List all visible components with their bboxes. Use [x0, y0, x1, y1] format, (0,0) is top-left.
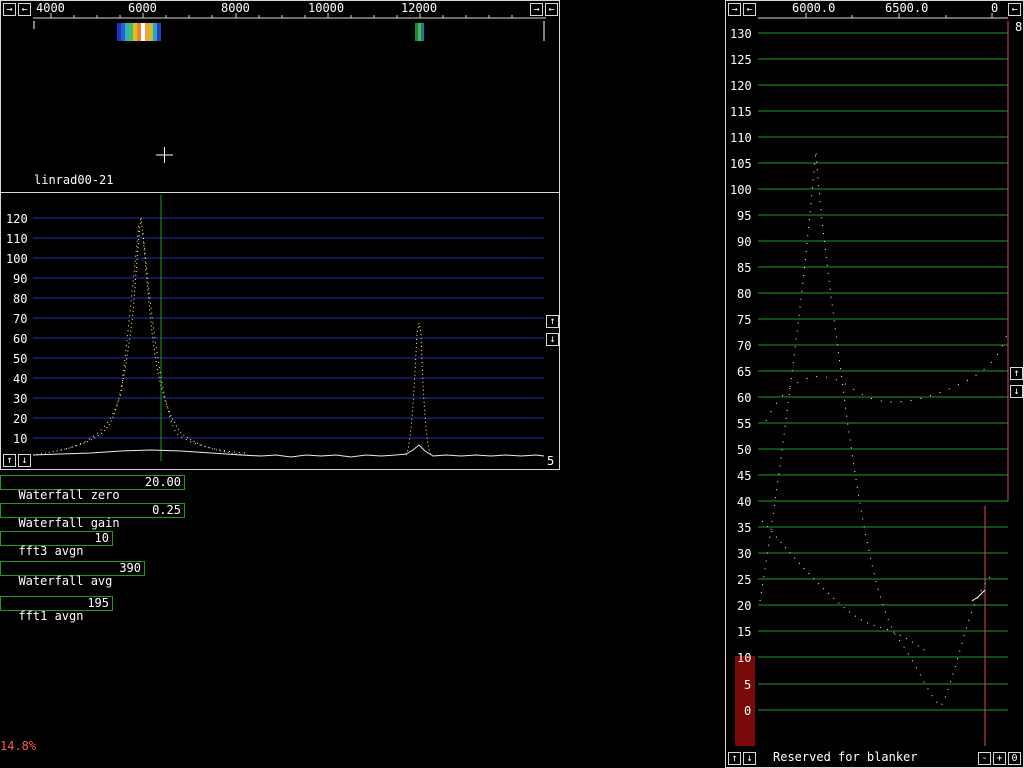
spectrum-y-tick-label: 60 [13, 332, 28, 346]
baseband-y-tick-label: 130 [730, 27, 752, 41]
spectrum-y-tick-label: 100 [6, 252, 28, 266]
blanker-minus-button[interactable]: - [978, 752, 991, 765]
spectrum-plot[interactable] [1, 193, 559, 469]
spectrum-y-tick-label: 70 [13, 312, 28, 326]
param-label: Waterfall avg [18, 574, 113, 588]
baseband-y-tick-label: 40 [737, 495, 752, 509]
param-value: 390 [119, 561, 141, 575]
spectrum-y-tick-label: 30 [13, 392, 28, 406]
spectrum-gain-down-button[interactable]: ↓ [546, 333, 559, 346]
baseband-zero-down-button[interactable]: ↓ [743, 752, 756, 765]
crosshair-cursor-icon [156, 147, 173, 163]
baseband-y-tick-label: 20 [737, 599, 752, 613]
baseband-gain-up-button[interactable]: ↑ [1010, 367, 1023, 380]
spectrum-zero-up-button[interactable]: ↑ [3, 454, 16, 467]
spectrum-y-tick-label: 110 [6, 232, 28, 246]
baseband-y-tick-label: 85 [737, 261, 752, 275]
baseband-y-tick-label: 10 [737, 651, 752, 665]
baseband-y-tick-label: 90 [737, 235, 752, 249]
baseband-panel[interactable]: → ← ← 6000.0 6500.0 0 8 130 125 120 115 … [725, 0, 1024, 768]
baseband-y-tick-label: 60 [737, 391, 752, 405]
baseband-y-tick-label: 75 [737, 313, 752, 327]
param-value: 20.00 [144, 475, 181, 489]
spectrum-y-tick-label: 10 [13, 432, 28, 446]
arrow-up-icon: ↑ [6, 455, 13, 466]
spectrum-gain-up-button[interactable]: ↑ [546, 315, 559, 328]
waterfall-gain-param[interactable]: Waterfall gain 0.25 [0, 503, 185, 530]
baseband-y-tick-label: 125 [730, 53, 752, 67]
plus-icon: + [996, 753, 1003, 764]
baseband-y-tick-label: 25 [737, 573, 752, 587]
baseband-y-tick-label: 5 [744, 678, 752, 692]
waterfall-avg-param[interactable]: Waterfall avg 390 [0, 561, 145, 588]
baseband-gain-down-button[interactable]: ↓ [1010, 385, 1023, 398]
arrow-up-icon: ↑ [731, 753, 738, 764]
arrow-down-icon: ↓ [746, 753, 753, 764]
arrow-up-icon: ↑ [549, 316, 556, 327]
minus-icon: - [981, 753, 988, 764]
baseband-y-tick-label: 50 [737, 443, 752, 457]
fft3-avgn-param[interactable]: fft3 avgn 10 [0, 531, 113, 558]
arrow-down-icon: ↓ [1013, 386, 1020, 397]
param-label: Waterfall gain [18, 516, 120, 530]
blanker-zero-button[interactable]: 0 [1008, 752, 1021, 765]
baseband-y-tick-label: 105 [730, 157, 752, 171]
param-value: 0.25 [152, 503, 181, 517]
baseband-y-tick-label: 120 [730, 79, 752, 93]
baseband-y-tick-label: 70 [737, 339, 752, 353]
waterfall-zero-param[interactable]: Waterfall zero 20.00 [0, 475, 185, 502]
spectrum-y-tick-label: 40 [13, 372, 28, 386]
spectrum-panel[interactable]: 120 110 100 90 80 70 60 50 40 30 20 10 ↑… [0, 192, 560, 470]
arrow-up-icon: ↑ [1013, 368, 1020, 379]
baseband-y-tick-label: 45 [737, 469, 752, 483]
blanker-plus-button[interactable]: + [993, 752, 1006, 765]
baseband-y-tick-label: 110 [730, 131, 752, 145]
arrow-down-icon: ↓ [21, 455, 28, 466]
spectrum-y-tick-label: 120 [6, 212, 28, 226]
spectrum-zero-down-button[interactable]: ↓ [18, 454, 31, 467]
baseband-zero-up-button[interactable]: ↑ [728, 752, 741, 765]
baseband-y-tick-label: 15 [737, 625, 752, 639]
waterfall-title: linrad00-21 [34, 173, 114, 187]
baseband-y-tick-label: 30 [737, 547, 752, 561]
baseband-y-tick-label: 100 [730, 183, 752, 197]
spectrum-y-tick-label: 90 [13, 272, 28, 286]
baseband-plot[interactable] [726, 1, 1023, 767]
waterfall-panel[interactable]: → ← → ← 4000 6000 8000 10000 12000 linra… [0, 0, 560, 193]
cpu-load-status: 14.8% [0, 739, 37, 753]
spectrum-corner-value: 5 [547, 454, 555, 468]
param-label: fft1 avgn [18, 609, 84, 623]
param-value: 195 [87, 596, 109, 610]
spectrum-y-tick-label: 20 [13, 412, 28, 426]
blanker-status-text: Reserved for blanker [773, 750, 918, 764]
baseband-y-tick-label: 95 [737, 209, 752, 223]
baseband-y-tick-label: 35 [737, 521, 752, 535]
spectrum-y-tick-label: 50 [13, 352, 28, 366]
param-label: Waterfall zero [18, 488, 120, 502]
baseband-y-tick-label: 65 [737, 365, 752, 379]
baseband-y-tick-label: 80 [737, 287, 752, 301]
baseband-y-tick-label: 115 [730, 105, 752, 119]
freq-scale [33, 13, 546, 19]
param-label: fft3 avgn [18, 544, 84, 558]
baseband-y-tick-label: 0 [744, 704, 752, 718]
zero-icon: 0 [1011, 753, 1018, 764]
fft1-avgn-param[interactable]: fft1 avgn 195 [0, 596, 113, 623]
arrow-down-icon: ↓ [549, 334, 556, 345]
spectrum-y-tick-label: 80 [13, 292, 28, 306]
waterfall-display[interactable] [1, 21, 559, 191]
param-value: 10 [94, 531, 109, 545]
baseband-y-tick-label: 55 [737, 417, 752, 431]
